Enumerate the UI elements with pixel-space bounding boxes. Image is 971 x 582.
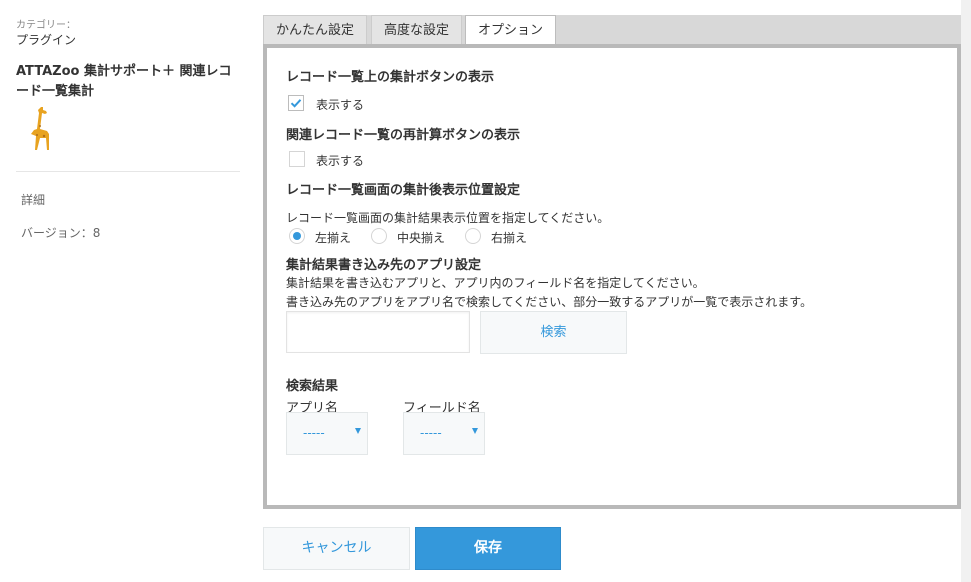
settings-tabs: かんたん設定 高度な設定 オプション [263,15,961,46]
search-results-title: 検索結果 [286,379,339,394]
options-panel: レコード一覧上の集計ボタンの表示 表示する 関連レコード一覧の再計算ボタンの表示… [263,44,961,509]
radio-align-right-label: 右揃え [491,231,528,245]
show-list-button-label: 表示する [316,98,365,112]
detail-link[interactable]: 詳細 [21,191,45,208]
plugin-name: ATTAZoo 集計サポート＋ 関連レコード一覧集計 [16,64,232,99]
section-title-display-position: レコード一覧画面の集計後表示位置設定 [286,183,521,198]
plugin-sidebar: カテゴリー： プラグイン ATTAZoo 集計サポート＋ 関連レコード一覧集計 … [0,0,243,582]
radio-align-right[interactable] [465,228,481,244]
cancel-button[interactable]: キャンセル [263,527,410,570]
caret-down-icon [355,428,361,434]
right-scroll-area [961,0,971,582]
display-position-description: レコード一覧画面の集計結果表示位置を指定してください。 [286,211,610,225]
category-value: プラグイン [16,33,77,47]
field-name-select-value: ----- [420,426,442,440]
save-button[interactable]: 保存 [415,527,561,570]
section-title-write-target: 集計結果書き込み先のアプリ設定 [286,258,482,273]
write-target-description-1: 集計結果を書き込むアプリと、アプリ内のフィールド名を指定してください。 [286,276,705,290]
version-label: バージョン：8 [21,226,101,240]
giraffe-icon [31,107,49,150]
tab-easy-settings[interactable]: かんたん設定 [263,15,367,45]
tab-options[interactable]: オプション [465,15,556,46]
app-name-select[interactable]: ----- [286,412,368,455]
field-name-select[interactable]: ----- [403,412,485,455]
radio-align-center[interactable] [371,228,387,244]
app-search-input[interactable] [286,311,470,353]
radio-align-left[interactable] [289,228,305,244]
radio-align-left-label: 左揃え [315,231,352,245]
caret-down-icon [472,428,478,434]
category-label: カテゴリー： [16,20,76,31]
tab-advanced-settings[interactable]: 高度な設定 [371,15,462,45]
show-list-button-checkbox[interactable] [288,95,304,111]
section-title-list-button: レコード一覧上の集計ボタンの表示 [286,70,495,85]
show-recalc-button-label: 表示する [316,154,365,168]
app-name-select-value: ----- [303,426,325,440]
section-title-recalc-button: 関連レコード一覧の再計算ボタンの表示 [286,128,521,143]
radio-align-center-label: 中央揃え [397,231,446,245]
write-target-description-2: 書き込み先のアプリをアプリ名で検索してください、部分一致するアプリが一覧で表示さ… [286,295,813,309]
search-button[interactable]: 検索 [480,311,627,354]
show-recalc-button-checkbox[interactable] [289,151,305,167]
sidebar-divider [16,171,240,172]
check-icon [290,99,302,108]
